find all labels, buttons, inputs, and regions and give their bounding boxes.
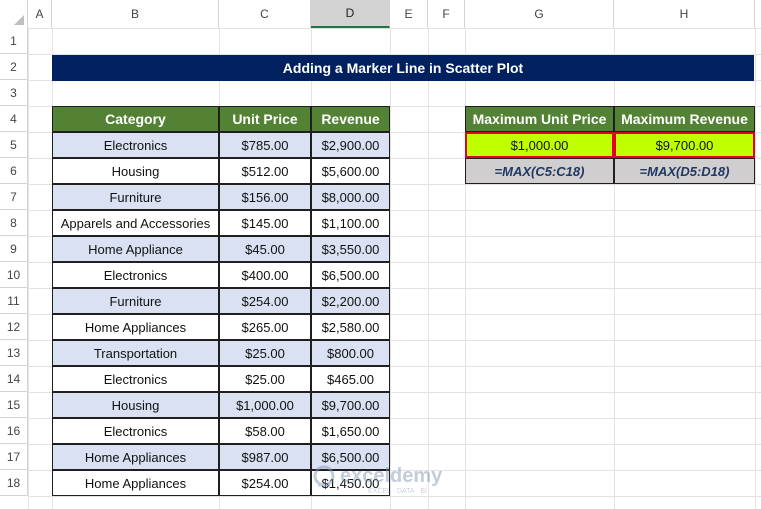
exceldemy-watermark-logo: exceldemy EXCEL · DATA · BI bbox=[310, 461, 460, 497]
grid-vline bbox=[614, 28, 615, 509]
column-header-g[interactable]: G bbox=[465, 0, 614, 28]
column-header-e[interactable]: E bbox=[390, 0, 428, 28]
row-header-10[interactable]: 10 bbox=[0, 262, 28, 288]
row-header-2[interactable]: 2 bbox=[0, 54, 28, 80]
unit-price-cell[interactable]: $254.00 bbox=[219, 288, 311, 314]
unit-price-cell[interactable]: $156.00 bbox=[219, 184, 311, 210]
grid-vline bbox=[465, 28, 466, 509]
unit-price-cell[interactable]: $400.00 bbox=[219, 262, 311, 288]
row-header-13[interactable]: 13 bbox=[0, 340, 28, 366]
category-cell[interactable]: Electronics bbox=[52, 418, 219, 444]
svg-text:EXCEL · DATA · BI: EXCEL · DATA · BI bbox=[368, 488, 427, 495]
category-cell[interactable]: Apparels and Accessories bbox=[52, 210, 219, 236]
select-all-triangle-icon bbox=[14, 15, 24, 25]
column-header-d[interactable]: D bbox=[311, 0, 390, 28]
grid-vline bbox=[755, 28, 756, 509]
column-header-f[interactable]: F bbox=[428, 0, 465, 28]
select-all-button[interactable] bbox=[0, 0, 28, 28]
revenue-cell[interactable]: $1,100.00 bbox=[311, 210, 390, 236]
row-header-11[interactable]: 11 bbox=[0, 288, 28, 314]
unit-price-cell[interactable]: $987.00 bbox=[219, 444, 311, 470]
row-header-3[interactable]: 3 bbox=[0, 80, 28, 106]
grid-hline bbox=[28, 28, 761, 29]
category-cell[interactable]: Home Appliance bbox=[52, 236, 219, 262]
unit-price-cell[interactable]: $1,000.00 bbox=[219, 392, 311, 418]
max-unit-price-header[interactable]: Maximum Unit Price bbox=[465, 106, 614, 132]
row-header-12[interactable]: 12 bbox=[0, 314, 28, 340]
revenue-cell[interactable]: $465.00 bbox=[311, 366, 390, 392]
unit-price-cell[interactable]: $58.00 bbox=[219, 418, 311, 444]
row-header-15[interactable]: 15 bbox=[0, 392, 28, 418]
category-cell[interactable]: Home Appliances bbox=[52, 444, 219, 470]
column-header-c[interactable]: C bbox=[219, 0, 311, 28]
revenue-cell[interactable]: $9,700.00 bbox=[311, 392, 390, 418]
revenue-cell[interactable]: $5,600.00 bbox=[311, 158, 390, 184]
category-cell[interactable]: Electronics bbox=[52, 262, 219, 288]
category-cell[interactable]: Transportation bbox=[52, 340, 219, 366]
revenue-cell[interactable]: $3,550.00 bbox=[311, 236, 390, 262]
grid-vline bbox=[428, 28, 429, 509]
unit-price-cell[interactable]: $512.00 bbox=[219, 158, 311, 184]
row-header-9[interactable]: 9 bbox=[0, 236, 28, 262]
unit-price-cell[interactable]: $25.00 bbox=[219, 366, 311, 392]
svg-text:exceldemy: exceldemy bbox=[340, 465, 443, 487]
row-header-16[interactable]: 16 bbox=[0, 418, 28, 444]
max-unit-price-value[interactable]: $1,000.00 bbox=[465, 132, 614, 158]
column-header-b[interactable]: B bbox=[52, 0, 219, 28]
revenue-cell[interactable]: $2,580.00 bbox=[311, 314, 390, 340]
unit-price-cell[interactable]: $785.00 bbox=[219, 132, 311, 158]
category-cell[interactable]: Electronics bbox=[52, 366, 219, 392]
revenue-cell[interactable]: $2,900.00 bbox=[311, 132, 390, 158]
row-header-18[interactable]: 18 bbox=[0, 470, 28, 496]
row-header-5[interactable]: 5 bbox=[0, 132, 28, 158]
max-unit-price-formula[interactable]: =MAX(C5:C18) bbox=[465, 158, 614, 184]
category-cell[interactable]: Housing bbox=[52, 158, 219, 184]
max-revenue-formula[interactable]: =MAX(D5:D18) bbox=[614, 158, 755, 184]
unit-price-cell[interactable]: $265.00 bbox=[219, 314, 311, 340]
grid-vline bbox=[390, 28, 391, 509]
row-header-6[interactable]: 6 bbox=[0, 158, 28, 184]
unit-price-cell[interactable]: $254.00 bbox=[219, 470, 311, 496]
category-cell[interactable]: Home Appliances bbox=[52, 314, 219, 340]
unit-price-cell[interactable]: $45.00 bbox=[219, 236, 311, 262]
revenue-cell[interactable]: $2,200.00 bbox=[311, 288, 390, 314]
row-header-7[interactable]: 7 bbox=[0, 184, 28, 210]
category-cell[interactable]: Housing bbox=[52, 392, 219, 418]
category-cell[interactable]: Electronics bbox=[52, 132, 219, 158]
table-header-revenue[interactable]: Revenue bbox=[311, 106, 390, 132]
table-header-unit-price[interactable]: Unit Price bbox=[219, 106, 311, 132]
grid-vline bbox=[28, 28, 29, 509]
column-header-a[interactable]: A bbox=[28, 0, 52, 28]
revenue-cell[interactable]: $1,650.00 bbox=[311, 418, 390, 444]
revenue-cell[interactable]: $800.00 bbox=[311, 340, 390, 366]
category-cell[interactable]: Furniture bbox=[52, 184, 219, 210]
category-cell[interactable]: Home Appliances bbox=[52, 470, 219, 496]
max-revenue-value[interactable]: $9,700.00 bbox=[614, 132, 755, 158]
row-header-4[interactable]: 4 bbox=[0, 106, 28, 132]
table-header-category[interactable]: Category bbox=[52, 106, 219, 132]
unit-price-cell[interactable]: $145.00 bbox=[219, 210, 311, 236]
row-header-8[interactable]: 8 bbox=[0, 210, 28, 236]
spreadsheet-grid: ABCDEFGH 1 2 3 4 5 6 7 8 9 10 11 12 13 14 15 16 17 18 Add… bbox=[0, 0, 761, 509]
row-header-1[interactable]: 1 bbox=[0, 28, 28, 54]
unit-price-cell[interactable]: $25.00 bbox=[219, 340, 311, 366]
max-revenue-header[interactable]: Maximum Revenue bbox=[614, 106, 755, 132]
revenue-cell[interactable]: $6,500.00 bbox=[311, 262, 390, 288]
row-header-17[interactable]: 17 bbox=[0, 444, 28, 470]
row-header-14[interactable]: 14 bbox=[0, 366, 28, 392]
revenue-cell[interactable]: $8,000.00 bbox=[311, 184, 390, 210]
column-header-h[interactable]: H bbox=[614, 0, 755, 28]
category-cell[interactable]: Furniture bbox=[52, 288, 219, 314]
sheet-title[interactable]: Adding a Marker Line in Scatter Plot bbox=[52, 55, 754, 81]
